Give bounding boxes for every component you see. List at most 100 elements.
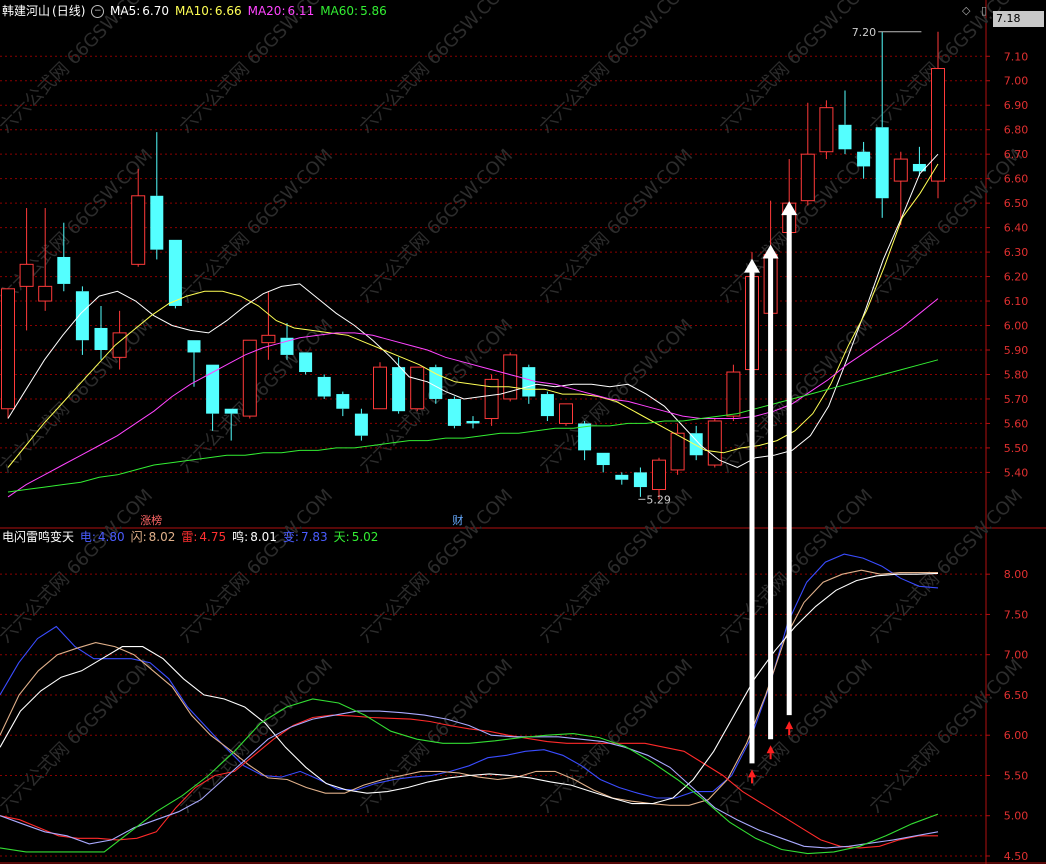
candle-body — [224, 408, 238, 414]
ind-tick-label-6: 7.50 — [1004, 608, 1029, 621]
ind-tick-label-4: 6.50 — [1004, 689, 1029, 702]
candle-body — [540, 394, 554, 417]
candle-body — [875, 127, 889, 199]
main-tick-label-16: 7.00 — [1004, 75, 1029, 88]
main-tick-label-11: 6.50 — [1004, 197, 1029, 210]
candle-49[interactable] — [912, 146, 926, 177]
candle-13[interactable] — [242, 339, 257, 419]
candle-body — [299, 352, 313, 373]
stock-chart[interactable]: 六六公式网 66GSW.COM 六六公式网 66GSW.COM 六六公式网 66GS… — [0, 0, 1046, 864]
candle-39[interactable] — [726, 364, 741, 421]
candle-22[interactable] — [410, 366, 425, 412]
stock-name[interactable]: 韩建河山 — [2, 4, 50, 18]
candle-body — [447, 398, 461, 426]
ind-label-0: 电: — [79, 530, 96, 544]
candle-body — [354, 413, 368, 436]
candle-body — [94, 327, 108, 350]
candle-body — [466, 420, 480, 424]
ma-value-0: 6.70 — [142, 4, 170, 18]
candle-body — [522, 367, 536, 397]
ind-tick-label-2: 5.50 — [1004, 769, 1029, 782]
ma-value-1: 6.66 — [214, 4, 242, 18]
candle-body — [912, 163, 926, 172]
diamond-icon[interactable]: ◇ — [962, 4, 970, 17]
main-tick-label-15: 6.90 — [1004, 99, 1029, 112]
indicator-header: 电闪雷鸣变天 电: 4.80 闪: 8.02 雷: 4.75 鸣: 8.01 变: 7.83 天: 5… — [2, 528, 386, 546]
candle-body — [168, 239, 182, 306]
candle-body — [559, 403, 573, 424]
candle-17[interactable] — [317, 374, 331, 399]
candle-0[interactable] — [1, 288, 15, 419]
candle-4[interactable] — [75, 286, 89, 355]
ind-value-4: 7.83 — [300, 530, 328, 544]
candle-28[interactable] — [522, 364, 536, 404]
ind-label-4: 变: — [282, 530, 299, 544]
watermark-28: 六六公式网 66GSW.COM — [865, 655, 1027, 817]
candle-44[interactable] — [819, 100, 834, 160]
main-tick-label-14: 6.80 — [1004, 124, 1029, 137]
candle-body — [317, 376, 331, 397]
candle-29[interactable] — [540, 391, 554, 421]
candle-14[interactable] — [261, 291, 276, 360]
candle-20[interactable] — [373, 362, 387, 410]
main-tick-label-3: 5.70 — [1004, 393, 1029, 406]
candle-8[interactable] — [150, 132, 164, 260]
candle-body — [596, 452, 610, 466]
candle-9[interactable] — [168, 239, 182, 309]
watermark-19: 六六公式网 66GSW.COM — [355, 485, 517, 647]
main-tick-label-17: 7.10 — [1004, 50, 1029, 63]
ma-label-0: MA5: — [110, 4, 141, 18]
main-tick-label-1: 5.50 — [1004, 442, 1029, 455]
candle-body — [410, 366, 425, 410]
candle-7[interactable] — [131, 168, 146, 267]
candle-33[interactable] — [615, 472, 629, 485]
main-tick-label-8: 6.20 — [1004, 271, 1029, 284]
main-tick-label-7: 6.10 — [1004, 295, 1029, 308]
candle-24[interactable] — [447, 396, 461, 429]
candle-26[interactable] — [484, 374, 499, 426]
candle-1[interactable] — [19, 208, 34, 331]
main-chart-header: 韩建河山 (日线) − MA5: 6.70 MA10: 6.66 MA20: 6.11 MA6… — [2, 2, 395, 20]
candle-27[interactable] — [503, 352, 518, 402]
candle-30[interactable] — [559, 403, 573, 426]
candle-body — [689, 433, 703, 456]
high-price-label: 7.20 — [852, 26, 877, 39]
ma-label-3: MA60: — [320, 4, 359, 18]
ind-tick-label-5: 7.00 — [1004, 649, 1029, 662]
candle-25[interactable] — [466, 416, 480, 429]
watermark-27: 六六公式网 66GSW.COM — [715, 655, 877, 817]
candle-body — [429, 367, 443, 399]
candle-19[interactable] — [354, 408, 368, 441]
candle-43[interactable] — [800, 102, 815, 206]
settings-icon[interactable]: ▯ — [981, 4, 987, 17]
current-price-box: 7.18 — [993, 11, 1044, 27]
watermark-22: 六六公式网 66GSW.COM — [865, 485, 1027, 647]
watermark-24: 六六公式网 66GSW.COM — [175, 655, 337, 817]
watermark-17: 六六公式网 66GSW.COM — [0, 485, 157, 647]
period-label[interactable]: (日线) — [52, 4, 85, 18]
watermark-9: 六六公式网 66GSW.COM — [535, 145, 697, 307]
candle-45[interactable] — [838, 90, 852, 155]
candle-36[interactable] — [670, 423, 685, 475]
candle-body — [150, 195, 164, 250]
watermark-8: 六六公式网 66GSW.COM — [355, 145, 517, 307]
ma-label-2: MA20: — [247, 4, 286, 18]
candle-16[interactable] — [299, 352, 313, 375]
ind-value-5: 5.02 — [351, 530, 379, 544]
candle-body — [38, 285, 53, 302]
ma-legend: MA5: 6.70 MA10: 6.66 MA20: 6.11 MA60: 5.86 — [110, 4, 393, 18]
watermark-2: 六六公式网 66GSW.COM — [355, 0, 517, 137]
low-price-label: 5.29 — [646, 493, 671, 506]
ind-label-3: 鸣: — [232, 530, 249, 544]
candle-body — [670, 432, 685, 471]
candle-body — [75, 291, 89, 341]
candle-32[interactable] — [596, 452, 610, 473]
candle-body — [857, 151, 871, 167]
toggle-icon[interactable]: − — [91, 5, 105, 18]
candle-body — [819, 107, 834, 153]
main-tick-label-5: 5.90 — [1004, 344, 1029, 357]
watermark-3: 六六公式网 66GSW.COM — [535, 0, 697, 137]
candle-18[interactable] — [336, 391, 350, 417]
indicator-name[interactable]: 电闪雷鸣变天 — [2, 530, 74, 544]
main-tick-label-2: 5.60 — [1004, 417, 1029, 430]
